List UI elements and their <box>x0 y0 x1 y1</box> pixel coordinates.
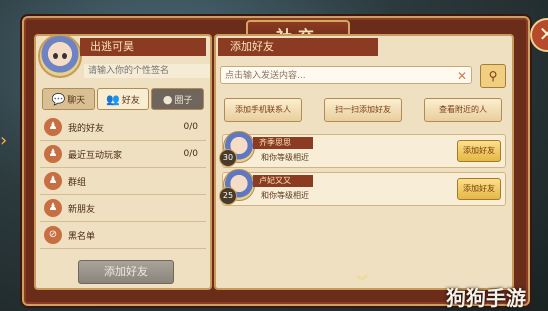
group-icon: ♟ <box>44 172 62 190</box>
tab-bar: 💬 聊天 👥 好友 ● 圈子 <box>42 88 205 110</box>
blacklist-icon: ⊘ <box>44 226 62 244</box>
recent-icon: ♟ <box>44 145 62 163</box>
menu-label: 群组 <box>68 177 87 188</box>
level-badge: 30 <box>219 149 237 167</box>
clear-icon[interactable]: ✕ <box>457 67 467 85</box>
menu-label: 我的好友 <box>68 123 105 134</box>
add-phone-contacts-button[interactable]: 添加手机联系人 <box>224 98 302 122</box>
avatar-eye-right <box>62 53 67 59</box>
left-panel: 出逃可昊 💬 聊天 👥 好友 ● 圈子 ♟ 我的好友 0/0 ♟ 最近互动玩家 … <box>34 34 212 290</box>
menu-label: 新朋友 <box>68 204 96 215</box>
tab-chat-label: 聊天 <box>67 95 86 106</box>
scroll-down-icon[interactable]: ︾ <box>356 272 368 289</box>
player-name: 出逃可昊 <box>80 38 206 56</box>
friend-name: 卢妃又又 <box>253 175 313 187</box>
menu-label: 黑名单 <box>68 231 96 242</box>
section-title: 添加好友 <box>218 38 378 56</box>
tab-friends[interactable]: 👥 好友 <box>96 88 150 110</box>
menu-item-blacklist[interactable]: ⊘ 黑名单 <box>40 222 206 249</box>
add-friend-button[interactable]: 添加好友 <box>457 140 501 162</box>
friends-icon: 👥 <box>106 92 120 106</box>
level-badge: 25 <box>219 187 237 205</box>
scan-add-friend-button[interactable]: 扫一扫添加好友 <box>324 98 402 122</box>
right-panel: 添加好友 点击输入发送内容... ✕ ⚲ 添加手机联系人 扫一扫添加好友 查看附… <box>214 34 514 290</box>
person-icon: ♟ <box>44 118 62 136</box>
search-button[interactable]: ⚲ <box>480 64 506 88</box>
tab-chat[interactable]: 💬 聊天 <box>42 88 95 110</box>
chat-icon: 💬 <box>51 92 66 106</box>
menu-count: 0/0 <box>183 149 198 159</box>
close-icon: ✕ <box>538 22 548 46</box>
list-item: 25 卢妃又又 和你等级相近 添加好友 <box>219 169 506 206</box>
nearby-people-button[interactable]: 查看附近的人 <box>424 98 502 122</box>
watermark: 狗狗手游 <box>446 286 526 310</box>
search-input[interactable]: 点击输入发送内容... ✕ <box>220 66 472 84</box>
close-button[interactable]: ✕ <box>530 18 548 52</box>
menu-label: 最近互动玩家 <box>68 150 123 161</box>
friend-desc: 和你等级相近 <box>261 191 309 200</box>
search-icon: ⚲ <box>488 69 498 83</box>
signature-input[interactable] <box>84 64 210 78</box>
tab-friends-label: 好友 <box>121 95 140 106</box>
circle-icon: ● <box>162 92 173 106</box>
friend-desc: 和你等级相近 <box>261 153 309 162</box>
menu-count: 0/0 <box>183 122 198 132</box>
list-item: 30 齐季思思 和你等级相近 添加好友 <box>219 131 506 168</box>
tab-circle[interactable]: ● 圈子 <box>151 88 205 110</box>
friend-menu: ♟ 我的好友 0/0 ♟ 最近互动玩家 0/0 ♟ 群组 ♟ 新朋友 ⊘ 黑名单 <box>40 114 206 249</box>
new-friend-icon: ♟ <box>44 199 62 217</box>
search-placeholder: 点击输入发送内容... <box>225 71 306 81</box>
menu-item-new-friends[interactable]: ♟ 新朋友 <box>40 195 206 222</box>
menu-item-my-friends[interactable]: ♟ 我的好友 0/0 <box>40 114 206 141</box>
tab-circle-label: 圈子 <box>174 95 193 106</box>
add-friend-button[interactable]: 添加好友 <box>78 260 174 284</box>
menu-item-recent-players[interactable]: ♟ 最近互动玩家 0/0 <box>40 141 206 168</box>
menu-item-groups[interactable]: ♟ 群组 <box>40 168 206 195</box>
friend-name: 齐季思思 <box>253 137 313 149</box>
add-friend-button[interactable]: 添加好友 <box>457 178 501 200</box>
side-expand-arrow-icon[interactable]: › <box>0 130 7 151</box>
avatar[interactable] <box>38 34 82 78</box>
avatar-eye-left <box>53 53 58 59</box>
